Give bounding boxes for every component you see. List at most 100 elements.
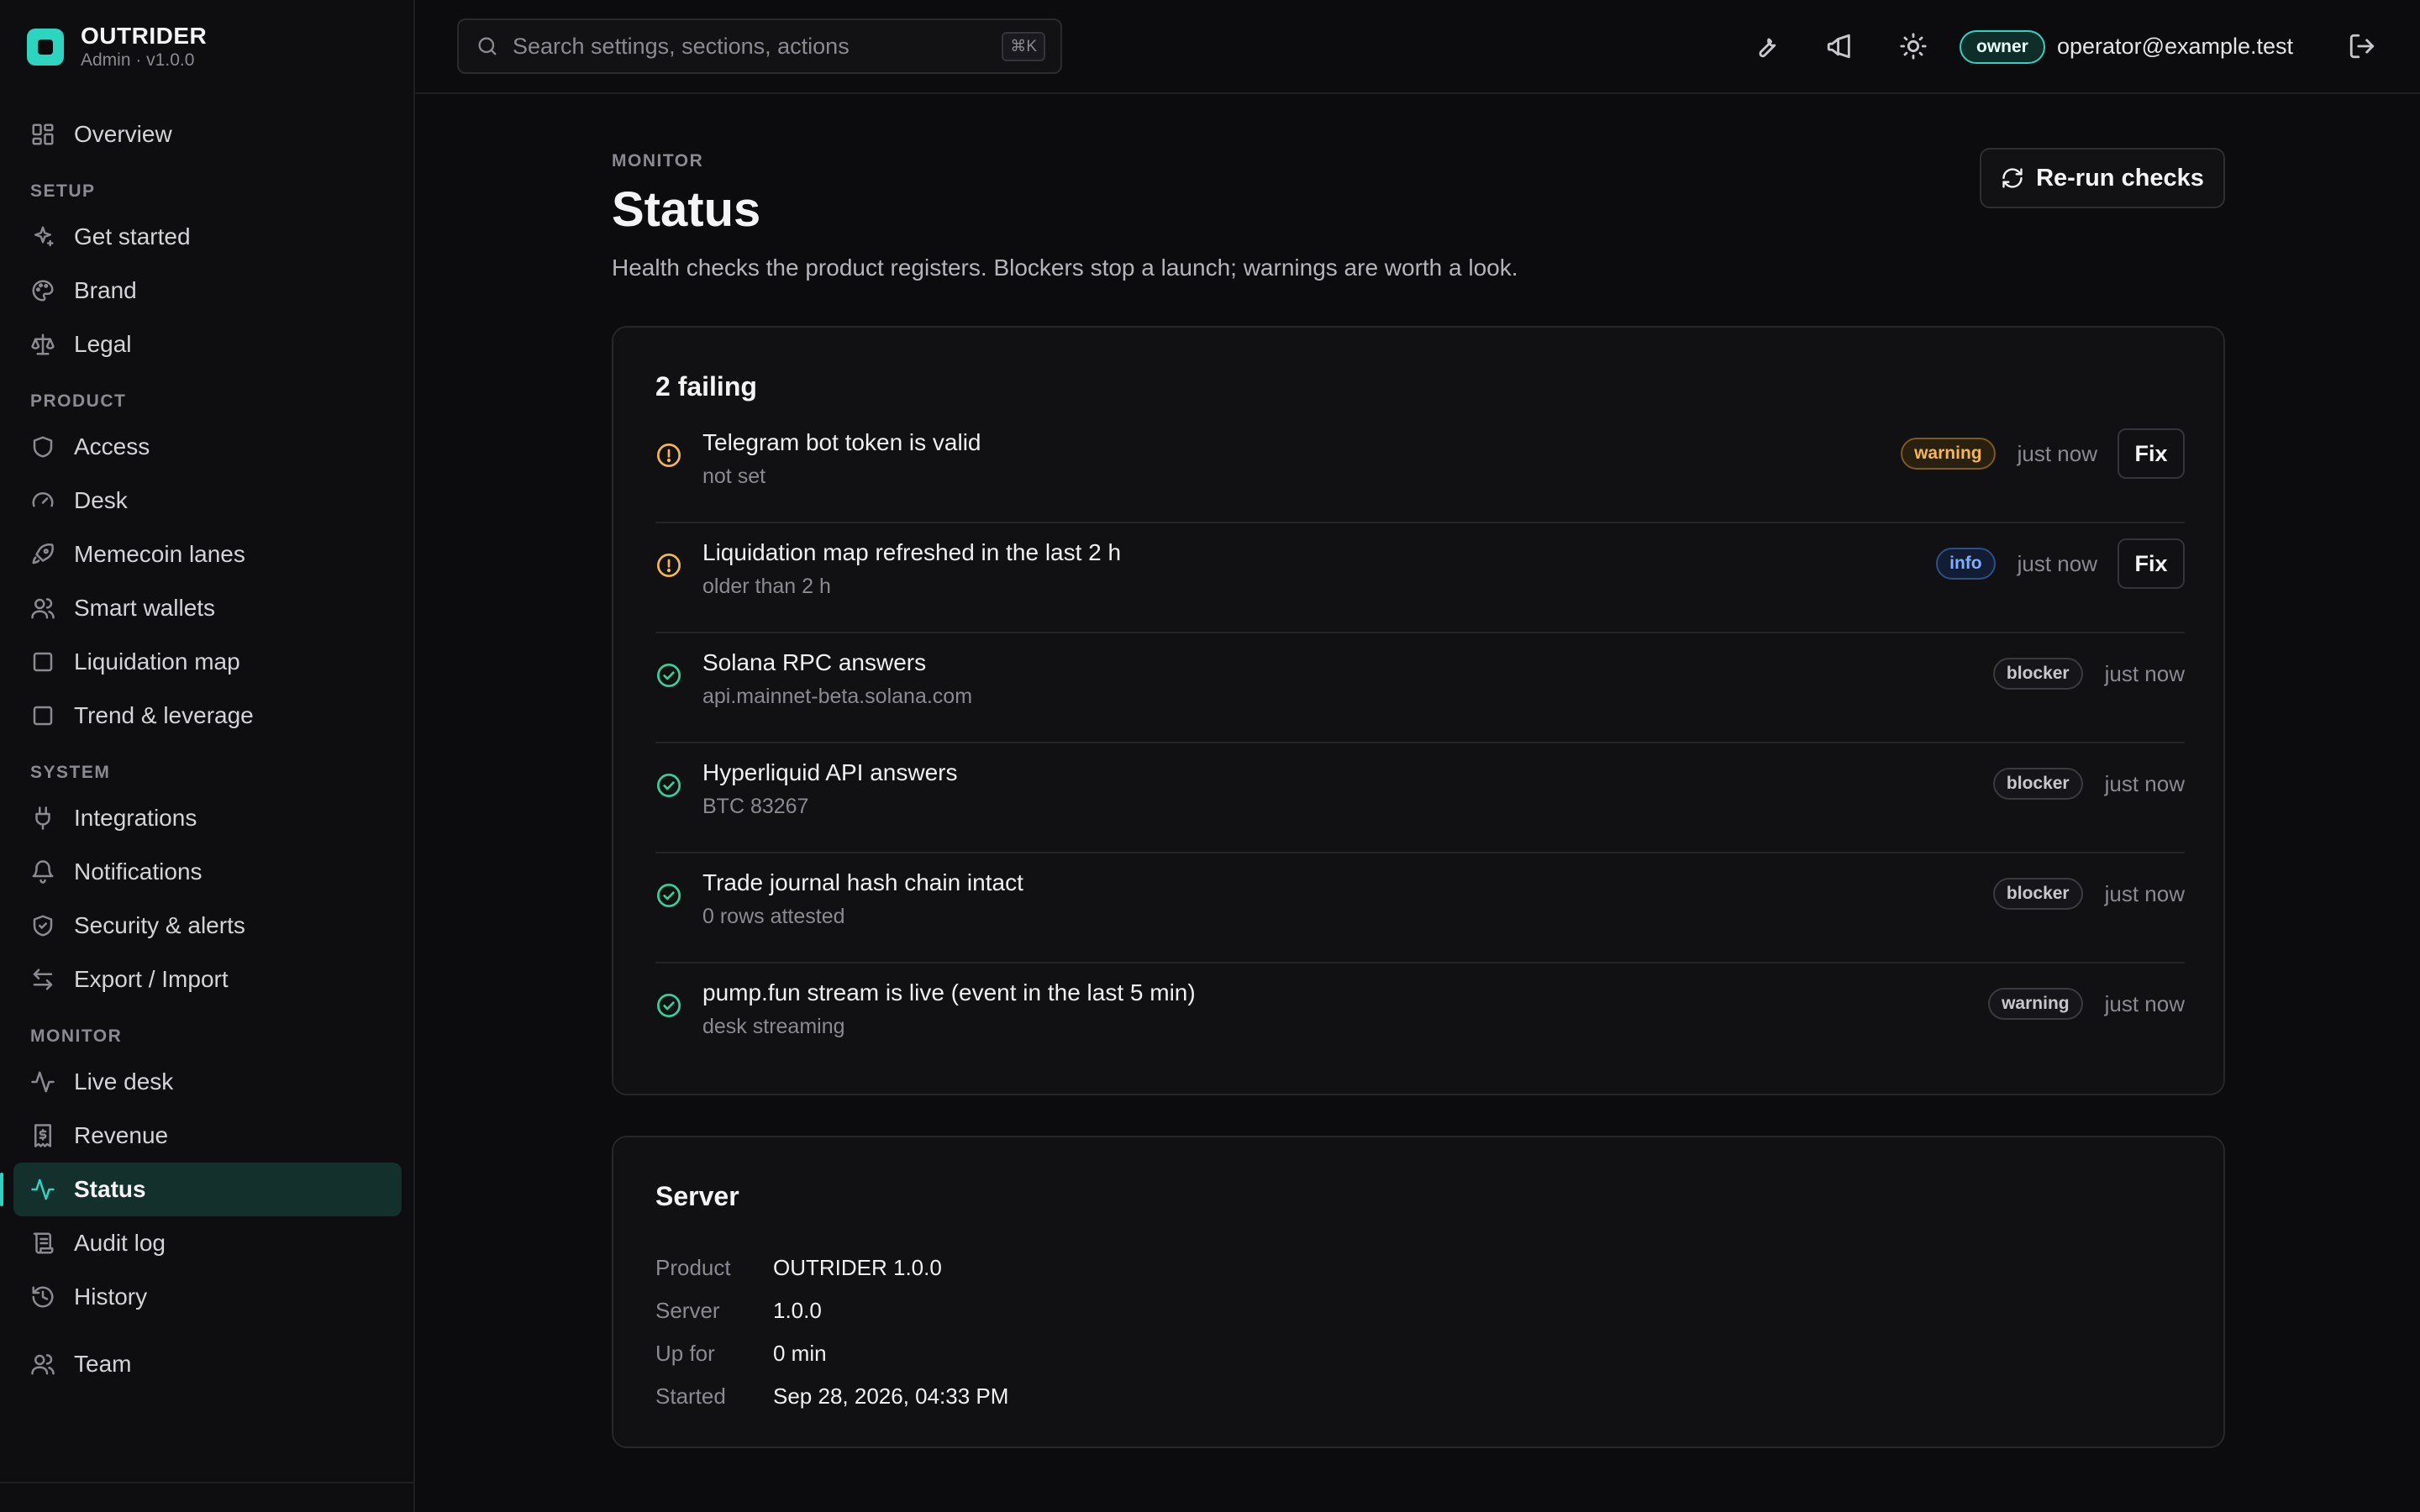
sidebar-item-memecoin-lanes[interactable]: Memecoin lanes <box>13 528 402 581</box>
sidebar-item-label: Smart wallets <box>74 595 216 621</box>
history-icon <box>30 1284 55 1310</box>
severity-badge: info <box>1936 548 1996 580</box>
sidebar-item-security-alerts[interactable]: Security & alerts <box>13 899 402 953</box>
sidebar-item-label: Desk <box>74 487 128 513</box>
sidebar-item-notifications[interactable]: Notifications <box>13 845 402 899</box>
megaphone-icon[interactable] <box>1825 32 1854 60</box>
check-detail: older than 2 h <box>702 575 831 598</box>
fix-button[interactable]: Fix <box>2118 428 2185 479</box>
sidebar-item-label: Trend & leverage <box>74 702 254 728</box>
brand[interactable]: OUTRIDER Admin · v1.0.0 <box>27 22 207 72</box>
check-meta: info just now Fix <box>1936 523 2185 604</box>
scroll-icon <box>30 1231 55 1256</box>
activity-icon <box>30 1069 55 1095</box>
search-input[interactable] <box>513 33 1002 60</box>
brand-logo <box>27 29 64 66</box>
fix-button[interactable]: Fix <box>2118 538 2185 589</box>
server-value: 0 min <box>773 1341 827 1366</box>
alert-circle-icon <box>655 552 682 579</box>
check-detail: desk streaming <box>702 1015 845 1038</box>
check-name: Solana RPC answers <box>702 649 927 675</box>
check-row: pump.fun stream is live (event in the la… <box>655 963 2185 1074</box>
sidebar-item-label: Team <box>74 1351 132 1377</box>
refresh-icon <box>2001 166 2024 190</box>
plug-icon <box>30 806 55 831</box>
search-box[interactable]: ⌘K <box>457 18 1062 74</box>
sidebar-item-export-import[interactable]: Export / Import <box>13 953 402 1006</box>
sidebar-item-label: Legal <box>74 331 132 357</box>
sidebar-item-trend-leverage[interactable]: Trend & leverage <box>13 689 402 743</box>
sidebar-item-revenue[interactable]: Revenue <box>13 1109 402 1163</box>
log-out-icon[interactable] <box>2348 32 2376 60</box>
sidebar-item-brand[interactable]: Brand <box>13 264 402 318</box>
check-row: Hyperliquid API answers BTC 83267 blocker j… <box>655 743 2185 853</box>
sidebar-item-label: Liquidation map <box>74 648 240 675</box>
check-name: pump.fun stream is live (event in the la… <box>702 979 1196 1005</box>
sidebar-item-smart-wallets[interactable]: Smart wallets <box>13 581 402 635</box>
sparkles-icon <box>30 224 55 249</box>
sidebar-item-access[interactable]: Access <box>13 420 402 474</box>
bell-icon <box>30 859 55 885</box>
check-time: just now <box>2017 440 2097 466</box>
server-row-up-for: Up for 0 min <box>655 1332 1008 1375</box>
check-time: just now <box>2104 990 2185 1016</box>
sidebar-item-label: Security & alerts <box>74 912 245 938</box>
sidebar-section-product: PRODUCT <box>30 391 127 411</box>
check-name: Hyperliquid API answers <box>702 759 958 785</box>
check-circle-icon <box>655 992 682 1019</box>
sidebar-item-label: Access <box>74 433 150 459</box>
sidebar-item-label: Integrations <box>74 805 197 831</box>
shield-check-icon <box>30 913 55 938</box>
checks-list: Telegram bot token is valid not set warnin… <box>655 413 2185 1074</box>
server-title: Server <box>655 1181 739 1211</box>
topbar: ⌘K owner operator@example.test <box>415 0 2420 94</box>
rerun-checks-button[interactable]: Re-run checks <box>1980 148 2225 208</box>
sidebar-item-live-desk[interactable]: Live desk <box>13 1055 402 1109</box>
brand-version: Admin · v1.0.0 <box>81 50 195 70</box>
sidebar-item-label: Brand <box>74 277 137 303</box>
sidebar-item-label: Export / Import <box>74 966 229 992</box>
sidebar-item-legal[interactable]: Legal <box>13 318 402 371</box>
server-key: Started <box>655 1383 726 1409</box>
check-row: Trade journal hash chain intact 0 rows at… <box>655 853 2185 963</box>
sidebar-item-label: History <box>74 1284 148 1310</box>
sidebar-item-audit-log[interactable]: Audit log <box>13 1216 402 1270</box>
check-row: Telegram bot token is valid not set warnin… <box>655 413 2185 523</box>
page-kicker: MONITOR <box>612 151 704 171</box>
check-circle-icon <box>655 772 682 799</box>
server-row-product: Product OUTRIDER 1.0.0 <box>655 1247 1008 1289</box>
sidebar-item-label: Overview <box>74 121 172 147</box>
scale-icon <box>30 332 55 357</box>
check-time: just now <box>2104 660 2185 686</box>
sidebar-item-label: Audit log <box>74 1230 166 1256</box>
check-detail: api.mainnet-beta.solana.com <box>702 685 973 708</box>
sidebar-section-monitor: MONITOR <box>30 1026 123 1046</box>
severity-badge: warning <box>1988 988 2083 1020</box>
checks-card: 2 failing Telegram bot token is valid not… <box>612 326 2225 1095</box>
rocket-icon <box>30 542 55 567</box>
sidebar-item-history[interactable]: History <box>13 1270 402 1324</box>
check-time: just now <box>2104 880 2185 906</box>
sidebar-item-label: Live desk <box>74 1068 174 1095</box>
sidebar-item-get-started[interactable]: Get started <box>13 210 402 264</box>
sidebar-item-label: Revenue <box>74 1122 169 1148</box>
square-icon <box>30 649 55 675</box>
wrench-icon[interactable] <box>1751 32 1780 60</box>
sidebar-item-team[interactable]: Team <box>13 1337 402 1391</box>
sidebar-item-desk[interactable]: Desk <box>13 474 402 528</box>
sun-icon[interactable] <box>1899 32 1928 60</box>
check-circle-icon <box>655 662 682 689</box>
sidebar-item-label: Get started <box>74 223 191 249</box>
gauge-icon <box>30 488 55 513</box>
page-description: Health checks the product registers. Blo… <box>612 255 1518 281</box>
square-icon <box>30 703 55 728</box>
sidebar-item-integrations[interactable]: Integrations <box>13 791 402 845</box>
checks-summary: 2 failing <box>655 371 757 402</box>
check-detail: 0 rows attested <box>702 905 845 928</box>
sidebar-item-status[interactable]: Status <box>0 1163 402 1216</box>
users-icon <box>30 1352 55 1377</box>
role-badge: owner <box>1960 30 2045 64</box>
sidebar-item-label: Notifications <box>74 858 203 885</box>
sidebar-item-liquidation-map[interactable]: Liquidation map <box>13 635 402 689</box>
sidebar-item-overview[interactable]: Overview <box>13 108 402 161</box>
